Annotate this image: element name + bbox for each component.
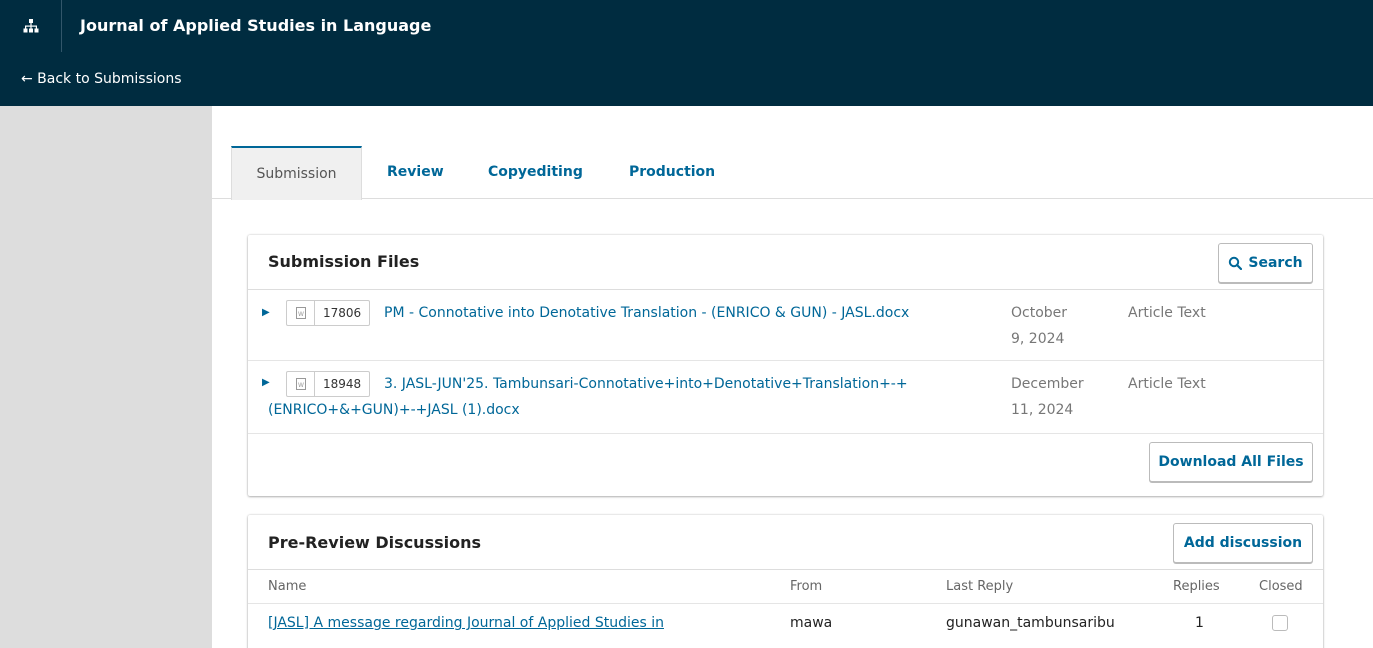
word-file-icon: W	[287, 301, 315, 325]
download-all-files-button[interactable]: Download All Files	[1149, 442, 1313, 482]
workflow-tabs: Submission Review Copyediting Production	[212, 146, 1373, 200]
discussion-last-reply: gunawan_tambunsaribu	[946, 615, 1115, 631]
discussions-title: Pre-Review Discussions	[268, 533, 481, 552]
search-button[interactable]: Search	[1218, 243, 1313, 283]
file-name-link-continued[interactable]: (ENRICO+&+GUN)+-+JASL (1).docx	[268, 397, 520, 423]
top-navigation-bar: Journal of Applied Studies in Language ←…	[0, 0, 1373, 106]
file-date-line2: 9, 2024	[1011, 331, 1065, 347]
search-icon	[1229, 256, 1243, 270]
file-type: Article Text	[1128, 305, 1206, 321]
discussions-header: Pre-Review Discussions Add discussion	[248, 515, 1323, 570]
sitemap-icon	[23, 19, 38, 33]
file-row: ▶ W 17806 PM - Connotative into Denotati…	[248, 291, 1323, 361]
tab-submission[interactable]: Submission	[231, 146, 362, 200]
caret-right-icon[interactable]: ▶	[262, 307, 270, 318]
column-last-reply: Last Reply	[946, 579, 1014, 594]
closed-checkbox[interactable]	[1272, 615, 1288, 631]
submission-files-header: Submission Files Search	[248, 235, 1323, 290]
word-file-icon: W	[287, 372, 315, 396]
discussions-table-header: Name From Last Reply Replies Closed	[248, 570, 1323, 604]
column-from: From	[790, 579, 823, 594]
column-closed: Closed	[1259, 579, 1303, 594]
file-id-badge: W 18948	[286, 371, 371, 397]
left-sidebar	[0, 106, 212, 648]
file-id: 17806	[323, 306, 362, 320]
svg-text:W: W	[298, 311, 304, 318]
file-date: October 9, 2024	[1011, 300, 1101, 352]
discussion-from: mawa	[790, 615, 833, 631]
file-date-line1: December	[1011, 376, 1084, 392]
tab-copyediting[interactable]: Copyediting	[488, 146, 583, 199]
file-id: 18948	[323, 377, 362, 391]
back-to-submissions-link[interactable]: ← Back to Submissions	[21, 71, 182, 87]
file-row: ▶ W 18948 3. JASL-JUN'25. Tambunsari-Con…	[248, 361, 1323, 434]
table-row: [JASL] A message regarding Journal of Ap…	[248, 605, 1323, 647]
discussion-name-link[interactable]: [JASL] A message regarding Journal of Ap…	[268, 615, 664, 631]
caret-right-icon[interactable]: ▶	[262, 377, 270, 388]
file-name-link[interactable]: 3. JASL-JUN'25. Tambunsari-Connotative+i…	[384, 371, 908, 397]
search-button-label: Search	[1248, 255, 1303, 271]
svg-text:W: W	[298, 382, 304, 389]
file-date-line2: 11, 2024	[1011, 402, 1074, 418]
sitemap-button[interactable]	[0, 0, 62, 52]
column-replies: Replies	[1173, 579, 1220, 594]
file-date: December 11, 2024	[1011, 371, 1101, 423]
journal-title[interactable]: Journal of Applied Studies in Language	[80, 16, 431, 35]
file-date-line1: October	[1011, 305, 1068, 321]
tab-production[interactable]: Production	[629, 146, 715, 199]
submission-files-panel: Submission Files Search ▶ W 17806 PM - C…	[248, 235, 1323, 496]
file-name-link[interactable]: PM - Connotative into Denotative Transla…	[384, 300, 909, 326]
add-discussion-button[interactable]: Add discussion	[1173, 523, 1313, 563]
discussion-replies: 1	[1195, 615, 1204, 631]
submission-files-title: Submission Files	[268, 252, 420, 271]
file-id-badge: W 17806	[286, 300, 371, 326]
column-name: Name	[268, 579, 307, 594]
pre-review-discussions-panel: Pre-Review Discussions Add discussion Na…	[248, 515, 1323, 648]
file-type: Article Text	[1128, 376, 1206, 392]
tab-review[interactable]: Review	[387, 146, 444, 199]
